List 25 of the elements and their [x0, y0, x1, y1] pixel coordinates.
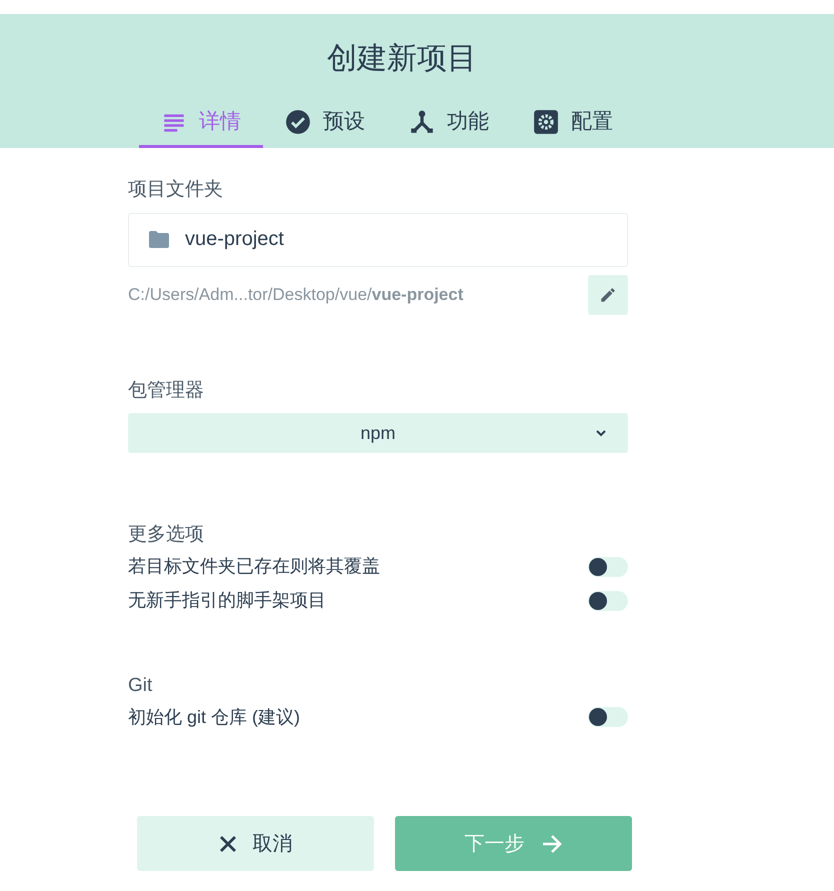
option-label: 初始化 git 仓库 (建议)	[128, 706, 300, 729]
package-manager-select[interactable]: npm	[128, 413, 628, 453]
check-circle-icon	[285, 108, 311, 134]
tab[interactable]: 功能	[387, 98, 511, 148]
field-label: Git	[128, 674, 152, 698]
page-title: 创建新项目	[326, 41, 478, 77]
folder-input[interactable]: vue-project	[128, 212, 628, 266]
field-label: 包管理器	[128, 378, 204, 402]
gear-icon	[533, 108, 559, 134]
field-label: 更多选项	[128, 523, 204, 547]
pencil-icon	[599, 286, 617, 304]
field-label: 项目文件夹	[128, 178, 223, 202]
edit-button[interactable]	[588, 274, 628, 314]
cancel-button[interactable]: 取消	[137, 816, 374, 871]
option-label: 无新手指引的脚手架项目	[128, 589, 326, 612]
fork-icon	[409, 108, 435, 134]
folder-path: C:/Users/Adm...tor/Desktop/vue/vue-project	[128, 284, 464, 306]
toggle-switch[interactable]	[588, 556, 628, 576]
option-label: 若目标文件夹已存在则将其覆盖	[128, 555, 380, 578]
tab[interactable]: 预设	[263, 98, 387, 148]
toggle-switch[interactable]	[588, 590, 628, 610]
tab[interactable]: 配置	[511, 98, 635, 148]
toggle-switch[interactable]	[588, 707, 628, 727]
close-icon	[218, 834, 236, 852]
arrow-right-icon	[540, 834, 562, 854]
